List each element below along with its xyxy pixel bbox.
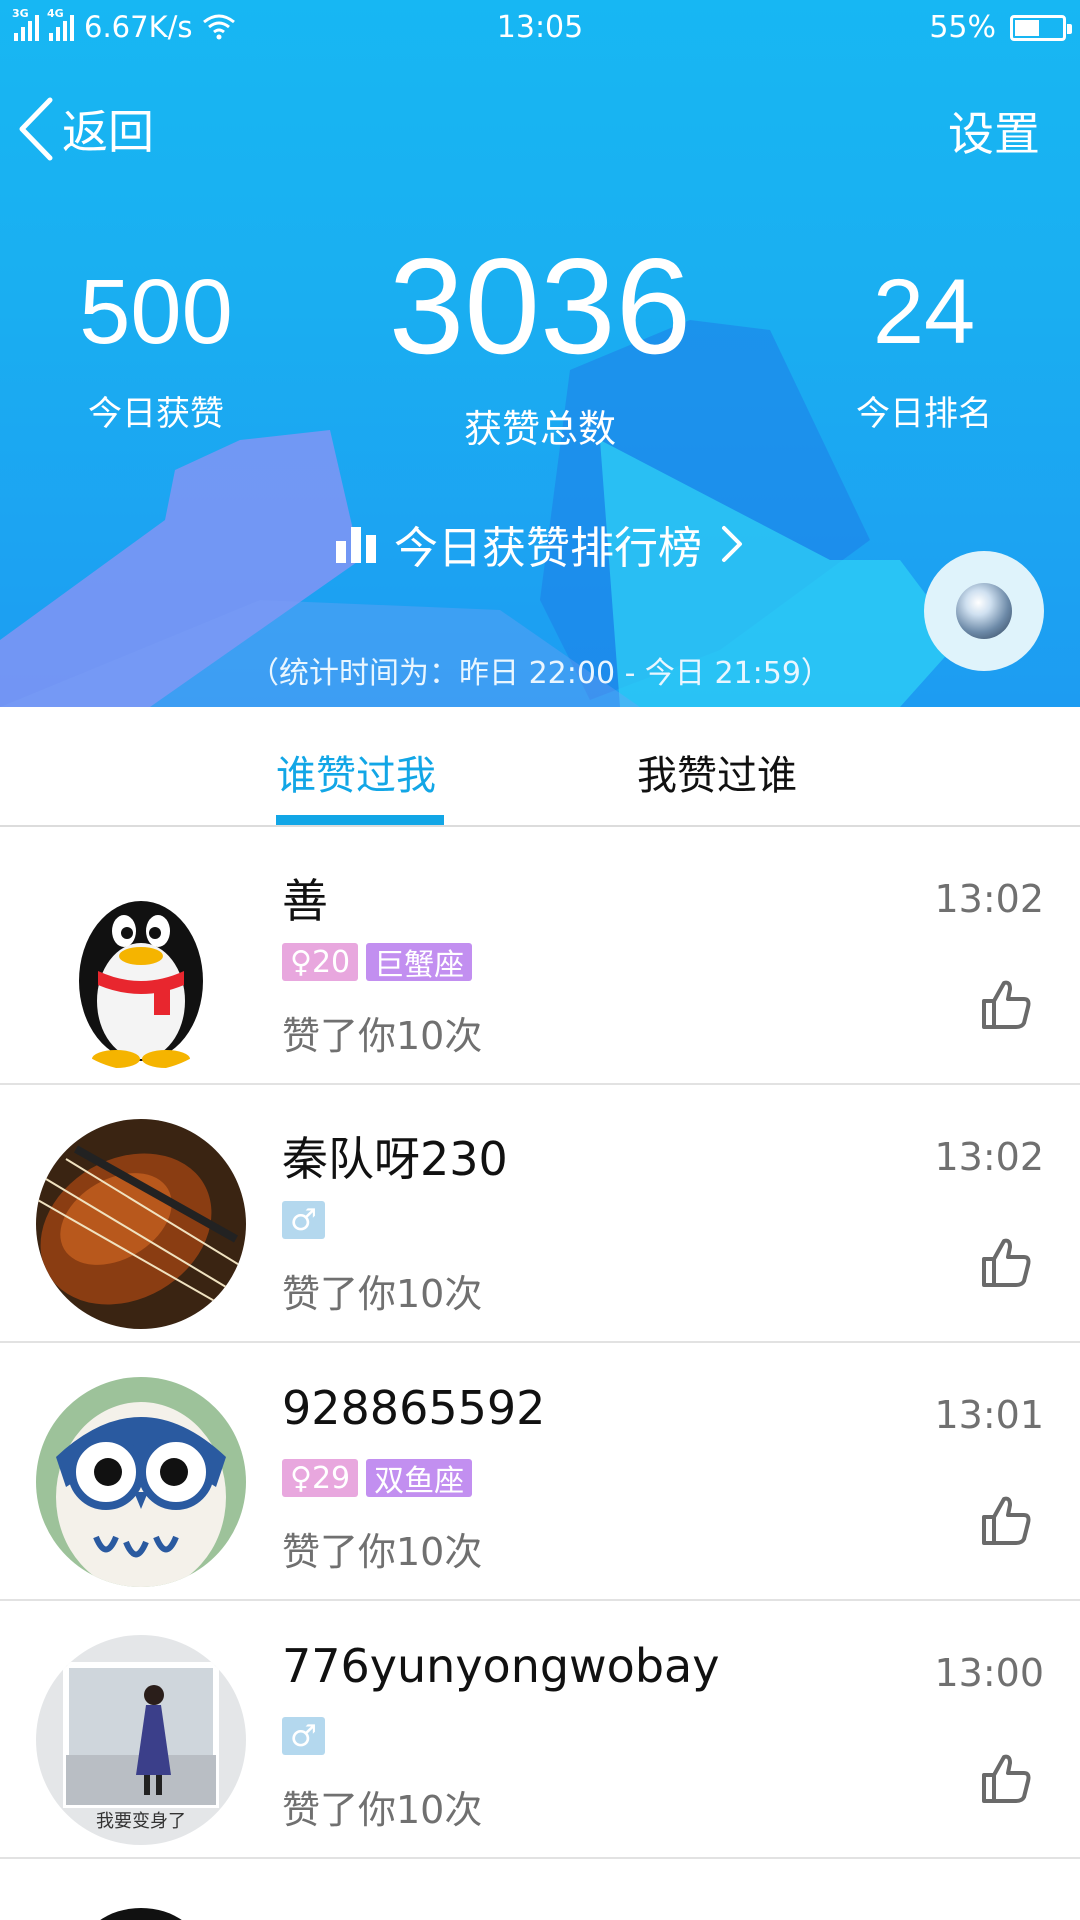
owl-avatar-image — [36, 1377, 246, 1587]
photo-avatar-image: 我要变身了 — [36, 1635, 246, 1845]
thumbs-up-icon[interactable] — [978, 1235, 1034, 1291]
list-item[interactable]: 928865592 13:01 ♀29 双鱼座 赞了你10次 — [0, 1343, 1080, 1601]
bar-chart-icon — [336, 525, 376, 563]
thumbs-up-icon[interactable] — [978, 977, 1034, 1033]
active-tab-indicator — [276, 815, 444, 825]
gender-badge: ♂ — [282, 1717, 325, 1755]
status-bar: 3G 4G 6.67K/s 13:05 55% — [0, 0, 1080, 56]
like-time: 13:00 — [934, 1651, 1044, 1695]
total-likes-value: 3036 — [388, 230, 692, 382]
avatar — [36, 1377, 246, 1587]
back-button[interactable]: 返回 — [16, 96, 154, 162]
battery-percent: 55% — [929, 10, 996, 45]
thumbs-up-icon[interactable] — [978, 1493, 1034, 1549]
tab-who-i-liked[interactable]: 我赞过谁 — [637, 743, 797, 801]
gender-age-badge: ♀20 — [282, 943, 359, 981]
gender-age-badge: ♀29 — [282, 1459, 359, 1497]
avatar — [36, 1119, 246, 1329]
battery-icon — [1010, 14, 1072, 41]
today-rank-label: 今日排名 — [856, 394, 992, 434]
user-name: 776yunyongwobay — [282, 1639, 720, 1693]
tab-bar: 谁赞过我 我赞过谁 — [0, 707, 1080, 827]
zodiac-badge: 双鱼座 — [366, 1459, 473, 1499]
like-count: 赞了你10次 — [282, 1530, 483, 1574]
total-likes-label: 获赞总数 — [463, 407, 616, 451]
leaderboard-link-label: 今日获赞排行榜 — [394, 523, 702, 574]
list-item[interactable]: 秦队呀230 13:02 ♂ 赞了你10次 — [0, 1085, 1080, 1343]
today-rank-stat: 24 今日排名 — [824, 266, 1024, 435]
chevron-left-icon — [19, 97, 53, 161]
like-count: 赞了你10次 — [282, 1014, 483, 1058]
like-time: 13:02 — [934, 1135, 1044, 1179]
gender-badge: ♂ — [282, 1201, 325, 1239]
like-time: 13:02 — [934, 877, 1044, 921]
glass-ball-icon — [956, 583, 1012, 639]
liker-list: 善 13:02 ♀20 巨蟹座 赞了你10次 秦队呀230 13:02 ♂ 赞了… — [0, 827, 1080, 1920]
total-likes-stat: 3036 获赞总数 — [340, 238, 740, 453]
today-rank-value: 24 — [872, 261, 976, 363]
settings-button[interactable]: 设置 — [948, 98, 1040, 164]
avatar: 我要变身了 — [36, 1635, 246, 1845]
today-likes-label: 今日获赞 — [88, 394, 224, 434]
thumbs-up-icon[interactable] — [978, 1751, 1034, 1807]
svg-text:我要变身了: 我要变身了 — [96, 1811, 186, 1832]
user-name: 928865592 — [282, 1381, 546, 1435]
chevron-right-icon — [722, 526, 742, 562]
like-count: 赞了你10次 — [282, 1788, 483, 1832]
like-count: 赞了你10次 — [282, 1272, 483, 1316]
like-time: 13:01 — [934, 1393, 1044, 1437]
avatar-image — [36, 1893, 246, 1920]
leaderboard-link[interactable]: 今日获赞排行榜 — [0, 512, 1080, 576]
violin-avatar-image — [36, 1119, 246, 1329]
list-item[interactable]: 善 13:02 ♀20 巨蟹座 赞了你10次 — [0, 827, 1080, 1085]
zodiac-badge: 巨蟹座 — [366, 943, 473, 983]
avatar — [36, 1893, 246, 1920]
tab-who-liked-me[interactable]: 谁赞过我 — [276, 743, 436, 801]
today-likes-stat: 500 今日获赞 — [56, 266, 256, 435]
list-item[interactable] — [0, 1859, 1080, 1920]
avatar — [36, 861, 246, 1071]
status-time: 13:05 — [496, 10, 584, 45]
stat-time-range: （统计时间为：昨日 22:00 - 今日 21:59） — [249, 656, 831, 691]
header: 3G 4G 6.67K/s 13:05 55% 返回 设置 500 今日获赞 3… — [0, 0, 1080, 707]
today-likes-value: 500 — [79, 261, 233, 363]
user-name: 秦队呀230 — [282, 1132, 508, 1186]
list-item[interactable]: 我要变身了 776yunyongwobay 13:00 ♂ 赞了你10次 — [0, 1601, 1080, 1859]
user-name: 善 — [282, 874, 328, 928]
floating-ball-button[interactable] — [924, 551, 1044, 671]
penguin-avatar-image — [36, 861, 246, 1071]
back-label: 返回 — [62, 105, 154, 159]
